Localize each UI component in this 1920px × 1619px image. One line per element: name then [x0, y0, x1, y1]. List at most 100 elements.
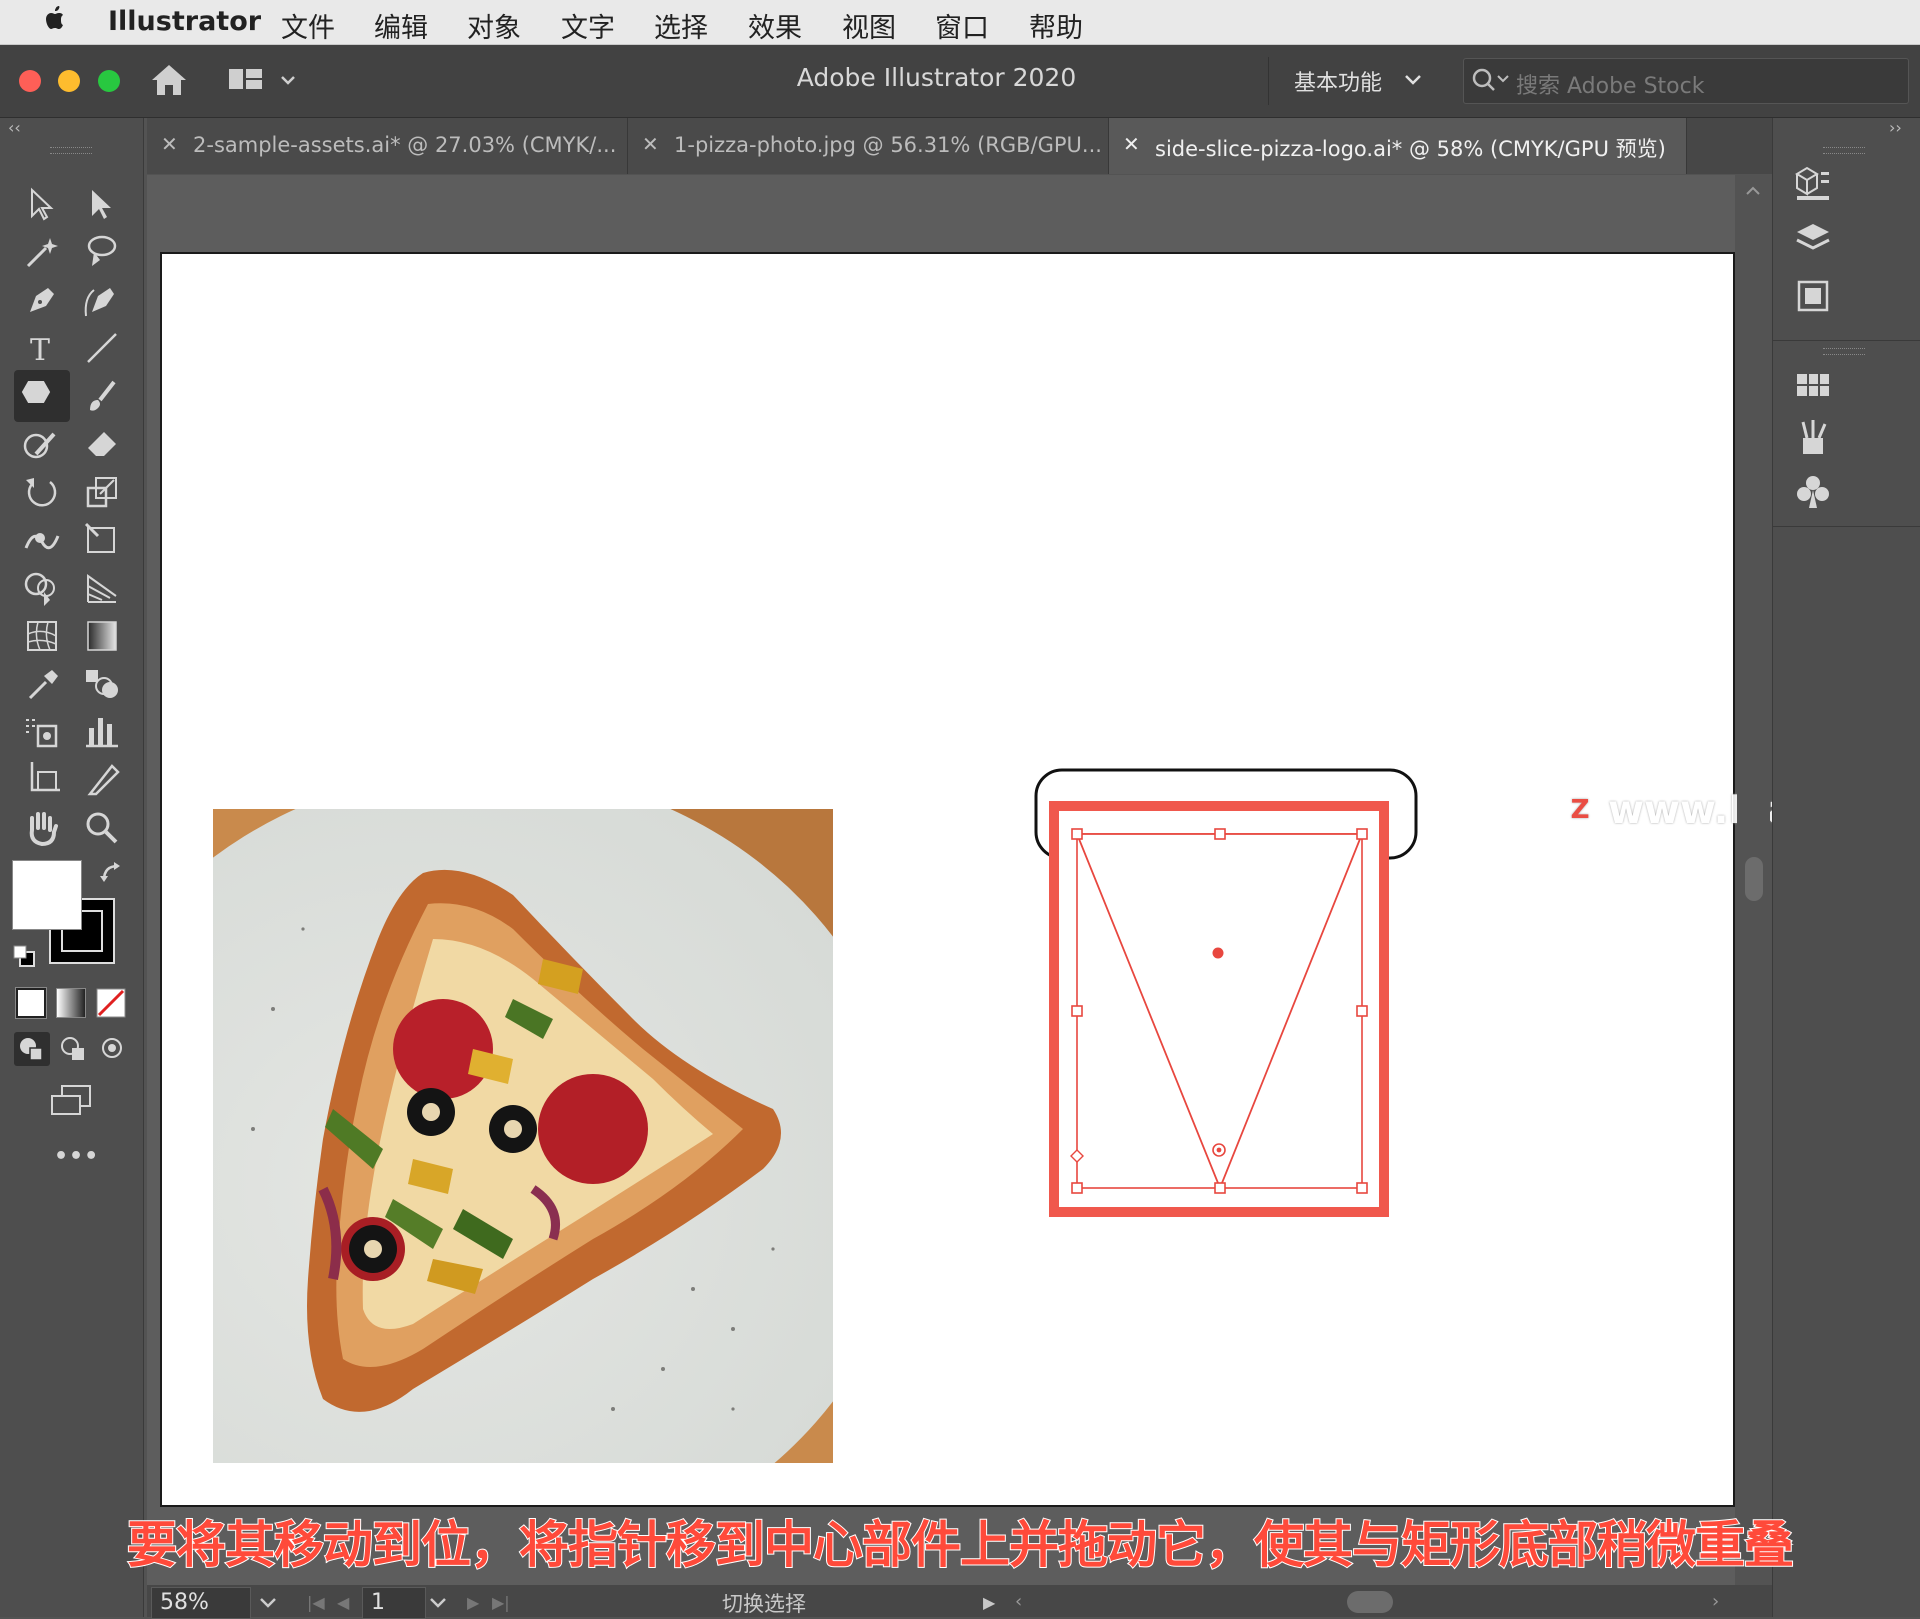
- horizontal-scroll-thumb[interactable]: [1347, 1591, 1393, 1613]
- vertical-scrollbar[interactable]: [1737, 175, 1770, 1585]
- symbols-panel-icon[interactable]: [1791, 470, 1835, 518]
- libraries-panel-icon[interactable]: [1791, 274, 1835, 322]
- pizza-photo[interactable]: [213, 809, 833, 1463]
- status-text[interactable]: 切换选择: [722, 1588, 806, 1618]
- document-tabs: ✕ 2-sample-assets.ai* @ 27.03% (CMYK/...…: [147, 118, 1772, 174]
- brushes-panel-icon[interactable]: [1791, 416, 1835, 464]
- mesh-tool-icon[interactable]: [20, 614, 64, 658]
- chevron-down-icon: [1402, 65, 1424, 99]
- status-menu-icon[interactable]: ▶: [983, 1593, 995, 1612]
- none-mode-icon[interactable]: [96, 988, 126, 1022]
- free-transform-tool-icon[interactable]: [80, 518, 124, 562]
- properties-panel-icon[interactable]: [1791, 162, 1835, 210]
- line-segment-tool-icon[interactable]: [80, 326, 124, 370]
- draw-inside-icon[interactable]: [96, 1032, 132, 1070]
- pen-tool-icon[interactable]: [20, 278, 64, 322]
- collapse-panel-icon[interactable]: ››: [1889, 118, 1902, 137]
- apple-icon-fallback: [42, 2, 68, 41]
- status-bar: 58% |◀ ◀ 1 ▶ ▶| 切换选择 ▶ ‹ ›: [147, 1585, 1772, 1619]
- tab-pizza-photo[interactable]: ✕ 1-pizza-photo.jpg @ 56.31% (RGB/GPU...: [628, 118, 1109, 174]
- workspace-switcher[interactable]: 基本功能: [1294, 65, 1421, 97]
- menu-select[interactable]: 选择: [654, 6, 708, 45]
- menu-edit[interactable]: 编辑: [374, 6, 428, 45]
- menu-app-name[interactable]: Illustrator: [108, 6, 261, 37]
- first-artboard-icon[interactable]: |◀: [307, 1593, 325, 1612]
- scroll-left-icon[interactable]: ‹: [1015, 1591, 1022, 1612]
- menu-type[interactable]: 文字: [561, 6, 615, 45]
- edit-toolbar-button[interactable]: •••: [54, 1144, 99, 1169]
- draw-normal-icon[interactable]: [14, 1032, 50, 1066]
- tab-pizza-logo[interactable]: ✕ side-slice-pizza-logo.ai* @ 58% (CMYK/…: [1109, 118, 1687, 174]
- slice-tool-icon[interactable]: [80, 758, 124, 802]
- menu-object[interactable]: 对象: [467, 6, 521, 45]
- chevron-down-icon[interactable]: [257, 1589, 279, 1617]
- menu-help[interactable]: 帮助: [1029, 6, 1083, 45]
- swap-fill-stroke-icon[interactable]: [98, 860, 124, 890]
- divider: [1773, 526, 1920, 527]
- search-icon: [1470, 65, 1514, 99]
- curvature-tool-icon[interactable]: [80, 278, 124, 322]
- menu-view[interactable]: 视图: [842, 6, 896, 45]
- app-title-bar: Adobe Illustrator 2020 基本功能 搜索 Adobe Sto…: [0, 45, 1920, 118]
- stock-search-field[interactable]: 搜索 Adobe Stock: [1463, 58, 1909, 104]
- shaper-tool-icon[interactable]: [20, 422, 64, 466]
- mac-menu-bar:  Illustrator 文件 编辑 对象 文字 选择 效果 视图 窗口 帮助: [0, 0, 1920, 45]
- paintbrush-tool-icon[interactable]: [80, 374, 124, 418]
- lasso-tool-icon[interactable]: [80, 230, 124, 274]
- next-artboard-icon[interactable]: ▶: [467, 1593, 479, 1612]
- panel-grip[interactable]: [1823, 147, 1865, 154]
- search-placeholder: 搜索 Adobe Stock: [1516, 74, 1705, 99]
- tab-label: 2-sample-assets.ai* @ 27.03% (CMYK/...: [193, 133, 617, 157]
- color-mode-button[interactable]: [15, 987, 47, 1019]
- close-tab-icon[interactable]: ✕: [1123, 132, 1140, 156]
- magic-wand-tool-icon[interactable]: [20, 230, 64, 274]
- last-artboard-icon[interactable]: ▶|: [492, 1593, 510, 1612]
- scroll-right-icon[interactable]: ›: [1712, 1591, 1719, 1612]
- column-graph-tool-icon[interactable]: [80, 710, 124, 754]
- blend-tool-icon[interactable]: [80, 662, 124, 706]
- change-screen-mode-icon[interactable]: [48, 1082, 94, 1122]
- artboard-number-field[interactable]: 1: [362, 1587, 426, 1619]
- eraser-tool-icon[interactable]: [80, 422, 124, 466]
- zoom-field[interactable]: 58%: [151, 1587, 251, 1619]
- panel-grip[interactable]: [50, 147, 92, 154]
- divider: [1773, 340, 1920, 341]
- gradient-tool-icon[interactable]: [80, 614, 124, 658]
- scroll-up-icon[interactable]: [1743, 181, 1763, 201]
- default-fill-stroke-icon[interactable]: [12, 944, 38, 974]
- hand-tool-icon[interactable]: [20, 806, 64, 850]
- gradient-mode-button[interactable]: [56, 988, 86, 1018]
- draw-behind-icon[interactable]: [56, 1032, 92, 1070]
- fill-color-swatch[interactable]: [12, 860, 82, 930]
- direct-selection-tool-icon[interactable]: [80, 182, 124, 226]
- collapse-panel-icon[interactable]: ‹‹: [8, 118, 38, 138]
- close-tab-icon[interactable]: ✕: [161, 132, 178, 156]
- menu-effect[interactable]: 效果: [748, 6, 802, 45]
- tab-sample-assets[interactable]: ✕ 2-sample-assets.ai* @ 27.03% (CMYK/...: [147, 118, 628, 174]
- logo-artwork[interactable]: [1030, 760, 1450, 1240]
- panel-grip[interactable]: [1823, 348, 1865, 355]
- previous-artboard-icon[interactable]: ◀: [337, 1593, 349, 1612]
- layers-panel-icon[interactable]: [1791, 218, 1835, 266]
- swatches-panel-icon[interactable]: [1791, 362, 1835, 410]
- polygon-tool-active-icon[interactable]: [14, 370, 70, 422]
- eyedropper-tool-icon[interactable]: [20, 662, 64, 706]
- menu-file[interactable]: 文件: [281, 6, 335, 45]
- shape-builder-tool-icon[interactable]: [20, 566, 64, 610]
- warp-tool-icon[interactable]: [20, 518, 64, 562]
- macz-logo-icon: Z: [1562, 792, 1598, 828]
- artboard-tool-icon[interactable]: [20, 758, 64, 802]
- menu-window[interactable]: 窗口: [935, 6, 989, 45]
- scroll-thumb[interactable]: [1745, 857, 1763, 901]
- rotate-tool-icon[interactable]: [20, 470, 64, 514]
- zoom-tool-icon[interactable]: [80, 806, 124, 850]
- tutorial-caption: 要将其移动到位，将指针移到中心部件上并拖动它，使其与矩形底部稍微重叠: [126, 1515, 1795, 1575]
- symbol-sprayer-tool-icon[interactable]: [20, 710, 64, 754]
- type-tool-icon[interactable]: T: [20, 326, 64, 370]
- close-tab-icon[interactable]: ✕: [642, 132, 659, 156]
- scale-tool-icon[interactable]: [80, 470, 124, 514]
- workspace-label: 基本功能: [1294, 71, 1383, 96]
- chevron-down-icon[interactable]: [427, 1589, 449, 1617]
- selection-tool-icon[interactable]: [20, 182, 64, 226]
- perspective-grid-tool-icon[interactable]: [80, 566, 124, 610]
